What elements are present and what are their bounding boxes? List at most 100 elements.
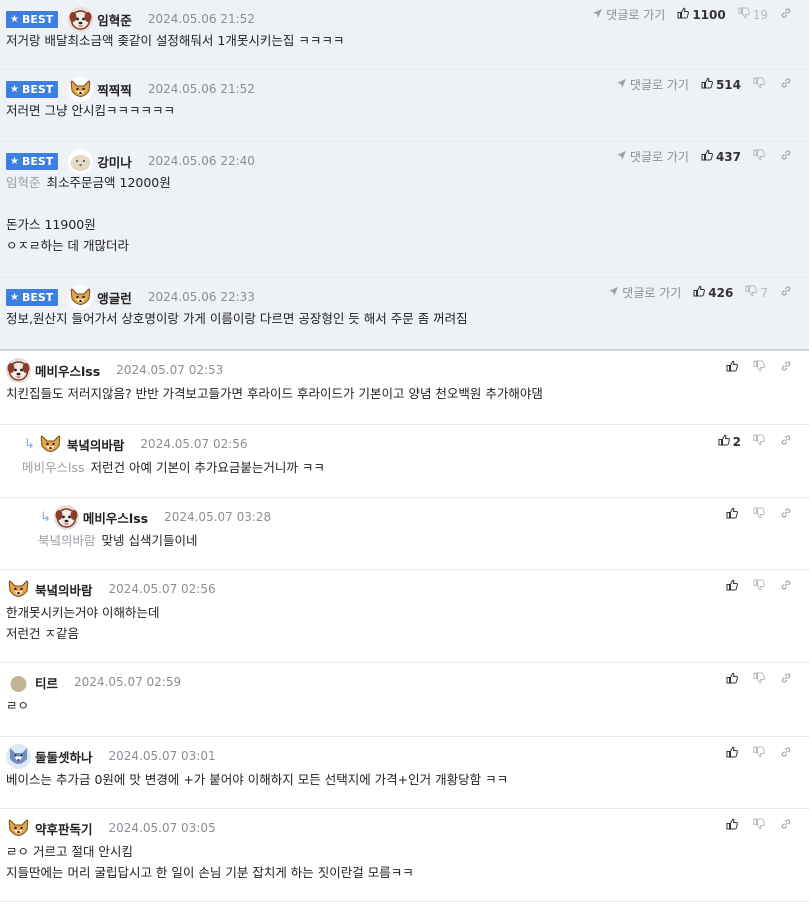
like-icon bbox=[677, 7, 690, 22]
like-icon bbox=[701, 77, 713, 92]
share-link-button[interactable] bbox=[780, 746, 795, 761]
best-label: BEST bbox=[21, 12, 54, 26]
author-nickname[interactable]: 메비우스lss bbox=[35, 361, 100, 380]
dislike-icon bbox=[753, 579, 765, 594]
comment: 티르 2024.05.07 02:59 ㄹㅇ bbox=[0, 663, 809, 737]
like-button[interactable]: 514 bbox=[701, 77, 741, 92]
mention-tag[interactable]: 메비우스lss bbox=[22, 460, 85, 475]
goto-reply-count: 댓글로 가기 bbox=[606, 8, 666, 22]
puppy-avatar[interactable] bbox=[6, 357, 31, 383]
goto-reply-button[interactable]: 댓글로 가기 bbox=[616, 148, 689, 165]
comment-body: 한개못시키는거야 이해하는데 저런건 ㅈ같음 bbox=[6, 602, 159, 644]
share-link-button[interactable] bbox=[780, 360, 795, 375]
like-button[interactable] bbox=[726, 672, 741, 687]
like-button[interactable]: 1100 bbox=[677, 7, 726, 22]
share-link-button[interactable] bbox=[780, 149, 795, 164]
dislike-button[interactable] bbox=[753, 149, 768, 164]
shiba-avatar[interactable] bbox=[68, 76, 94, 102]
dislike-button[interactable] bbox=[753, 77, 768, 92]
reply-arrow-icon: ↳ bbox=[40, 509, 51, 525]
share-link-button[interactable] bbox=[780, 818, 795, 833]
comment-actions bbox=[714, 507, 795, 522]
author-nickname[interactable]: 약후판독기 bbox=[35, 819, 93, 838]
shiba-avatar[interactable] bbox=[6, 576, 31, 602]
author-nickname[interactable]: 강미나 bbox=[97, 152, 132, 171]
dislike-button[interactable] bbox=[753, 507, 768, 522]
dislike-button[interactable] bbox=[753, 746, 768, 761]
like-button[interactable] bbox=[726, 360, 741, 375]
shiba-avatar[interactable] bbox=[68, 284, 94, 310]
author-nickname[interactable]: 메비우스lss bbox=[83, 508, 148, 527]
reply-comment: ↳ 북녘의바람 2024.05.07 02:56 2 메비우스lss 저런건 아예 기본이… bbox=[0, 425, 809, 498]
share-link-icon bbox=[780, 285, 792, 300]
share-link-button[interactable] bbox=[780, 77, 795, 92]
like-button[interactable] bbox=[726, 579, 741, 594]
maltese-avatar[interactable] bbox=[68, 148, 94, 174]
like-button[interactable]: 2 bbox=[718, 434, 741, 449]
comment-text: 저러면 그냥 안시킴ㅋㅋㅋㅋㅋㅋ bbox=[6, 103, 175, 118]
comment: 북녘의바람 2024.05.07 02:56 한개못시키는거야 이해하는데 저런건 ㅈ… bbox=[0, 570, 809, 663]
comment-text: ㅇㅈㄹ하는 데 개많더라 bbox=[6, 238, 129, 253]
goto-reply-button[interactable]: 댓글로 가기 bbox=[616, 76, 689, 93]
like-button[interactable] bbox=[726, 507, 741, 522]
share-link-button[interactable] bbox=[780, 507, 795, 522]
dislike-button[interactable] bbox=[753, 360, 768, 375]
comment-body: 저러면 그냥 안시킴ㅋㅋㅋㅋㅋㅋ bbox=[6, 100, 175, 121]
goto-reply-button[interactable]: 댓글로 가기 bbox=[592, 6, 665, 23]
like-button[interactable]: 437 bbox=[701, 149, 741, 164]
best-label: BEST bbox=[21, 154, 54, 168]
goto-reply-count: 댓글로 가기 bbox=[629, 78, 689, 92]
author-nickname[interactable]: 찍찍찍 bbox=[97, 80, 132, 99]
puppy-avatar[interactable] bbox=[68, 6, 94, 32]
like-button[interactable]: 426 bbox=[693, 285, 733, 300]
shiba-avatar[interactable] bbox=[6, 815, 31, 841]
share-link-button[interactable] bbox=[780, 285, 795, 300]
like-icon bbox=[726, 360, 738, 375]
comment-text-line: 저런건 ㅈ같음 bbox=[6, 623, 159, 644]
dislike-button[interactable]: 7 bbox=[745, 285, 768, 300]
comment-text: 저런건 아예 기본이 추가요금붙는거니까 ㅋㅋ bbox=[90, 460, 325, 475]
comment-actions: 댓글로 가기 1100 19 bbox=[580, 6, 795, 23]
best-comment: ★ BEST 앵글런 2024.05.06 22:33 댓글로 가기 426 7 정보,원산지… bbox=[0, 278, 809, 351]
dislike-button[interactable] bbox=[753, 579, 768, 594]
puppy-avatar[interactable] bbox=[53, 504, 79, 530]
comment-text bbox=[6, 196, 10, 211]
share-link-button[interactable] bbox=[780, 7, 795, 22]
comment-date: 2024.05.06 21:52 bbox=[147, 82, 255, 96]
share-link-button[interactable] bbox=[780, 672, 795, 687]
star-icon: ★ bbox=[10, 291, 19, 303]
like-icon bbox=[726, 507, 738, 522]
comment-actions: 2 bbox=[706, 434, 795, 449]
dislike-button[interactable] bbox=[753, 434, 768, 449]
like-count: 437 bbox=[715, 149, 741, 164]
dislike-icon bbox=[753, 360, 765, 375]
like-button[interactable] bbox=[726, 746, 741, 761]
author-nickname[interactable]: 티르 bbox=[35, 673, 58, 692]
comment-text-line: 북녘의바람 맞넹 십색기들이네 bbox=[38, 530, 198, 551]
like-count: 426 bbox=[708, 285, 734, 300]
comment-date: 2024.05.07 02:53 bbox=[116, 363, 224, 377]
like-count: 514 bbox=[715, 77, 741, 92]
mention-tag[interactable]: 임혁준 bbox=[6, 175, 41, 190]
comment: 메비우스lss 2024.05.07 02:53 치킨집들도 저러지않음? 반반 가… bbox=[0, 351, 809, 425]
shiba-avatar[interactable] bbox=[37, 431, 63, 457]
goto-reply-button[interactable]: 댓글로 가기 bbox=[608, 284, 681, 301]
author-nickname[interactable]: 북녘의바람 bbox=[35, 580, 93, 599]
dislike-button[interactable]: 19 bbox=[738, 7, 768, 22]
share-link-button[interactable] bbox=[780, 579, 795, 594]
author-nickname[interactable]: 앵글런 bbox=[97, 288, 132, 307]
share-link-button[interactable] bbox=[780, 434, 795, 449]
dislike-button[interactable] bbox=[753, 672, 768, 687]
dislike-count: 7 bbox=[760, 285, 768, 300]
author-nickname[interactable]: 임혁준 bbox=[97, 10, 132, 29]
like-button[interactable] bbox=[726, 818, 741, 833]
mention-tag[interactable]: 북녘의바람 bbox=[38, 533, 96, 548]
dislike-button[interactable] bbox=[753, 818, 768, 833]
comment-text-line: 한개못시키는거야 이해하는데 bbox=[6, 602, 159, 623]
comment-actions: 댓글로 가기 426 7 bbox=[596, 284, 795, 301]
author-nickname[interactable]: 둘둘셋하나 bbox=[35, 747, 93, 766]
comment-body: 정보,원산지 들어가서 상호명이랑 가게 이름이랑 다르면 공장형인 듯 해서 … bbox=[6, 308, 468, 329]
blob-avatar[interactable] bbox=[6, 669, 31, 695]
author-nickname[interactable]: 북녘의바람 bbox=[67, 435, 125, 454]
husky-avatar[interactable] bbox=[6, 743, 31, 769]
